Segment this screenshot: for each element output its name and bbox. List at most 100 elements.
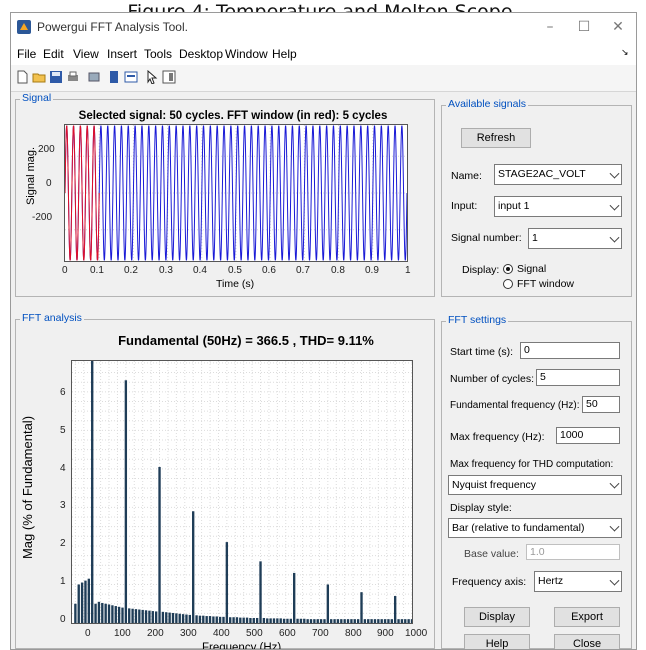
signal-name-select[interactable]: STAGE2AC_VOLT xyxy=(494,164,622,185)
fft-bar xyxy=(296,618,299,623)
fft-bar xyxy=(289,618,292,623)
fft-bar xyxy=(134,609,138,623)
maximize-button[interactable]: ☐ xyxy=(572,17,596,37)
fft-bar xyxy=(239,617,242,623)
fft-bar xyxy=(306,619,309,623)
fft-xtick: 100 xyxy=(114,628,131,639)
fft-axes[interactable] xyxy=(71,360,413,624)
thd-frequency-label: Max frequency for THD computation: xyxy=(450,459,614,470)
fft-bar xyxy=(141,609,144,623)
display-style-select[interactable]: Bar (relative to fundamental) xyxy=(448,518,622,538)
available-signals-panel: Available signals Refresh Name: STAGE2AC… xyxy=(441,98,632,297)
menu-help[interactable]: Help xyxy=(272,47,297,61)
fft-ytick: 5 xyxy=(60,425,66,436)
help-button[interactable]: Help xyxy=(464,634,530,649)
fft-bar-plot xyxy=(72,361,412,623)
signal-ylabel: Signal mag. xyxy=(25,146,38,206)
signal-number-select[interactable]: 1 xyxy=(528,228,622,249)
display-fft-window-radio[interactable] xyxy=(503,279,513,289)
new-file-icon[interactable] xyxy=(15,70,29,84)
signal-ytick: 200 xyxy=(38,144,55,155)
print-icon[interactable] xyxy=(66,70,80,84)
fft-bar xyxy=(330,619,333,623)
fft-bar xyxy=(340,619,343,623)
fft-bar xyxy=(276,618,279,623)
fft-bar xyxy=(303,618,306,623)
menu-file[interactable]: File xyxy=(17,47,36,61)
fft-settings-panel: FFT settings Start time (s): 0 Number of… xyxy=(441,314,632,649)
dock-arrow-icon[interactable]: ↘ xyxy=(621,47,629,58)
signal-series-line xyxy=(65,125,407,261)
base-value-input[interactable]: 1.0 xyxy=(526,544,620,560)
signal-ytick: 0 xyxy=(46,178,52,189)
menu-insert[interactable]: Insert xyxy=(107,47,137,61)
display-signal-radio[interactable] xyxy=(503,264,513,274)
signal-xtick: 1 xyxy=(405,265,411,276)
save-icon[interactable] xyxy=(49,70,63,84)
fft-bar xyxy=(111,605,114,623)
signal-xtick: 0.7 xyxy=(296,265,310,276)
fft-bar xyxy=(407,619,410,623)
menu-edit[interactable]: Edit xyxy=(43,47,64,61)
fft-bar xyxy=(175,613,178,623)
fft-analysis-panel: FFT analysis Fundamental (50Hz) = 366.5 … xyxy=(15,312,435,649)
fft-bar xyxy=(390,619,393,623)
input-select[interactable]: input 1 xyxy=(494,196,622,217)
fft-bar xyxy=(158,466,161,623)
property-editor-icon[interactable] xyxy=(124,70,138,84)
fft-bar xyxy=(286,618,289,623)
close-button[interactable]: Close xyxy=(554,634,620,649)
fft-bar xyxy=(151,611,154,623)
fft-bar xyxy=(218,616,222,623)
thd-frequency-select[interactable]: Nyquist frequency xyxy=(448,475,622,495)
fft-bar xyxy=(188,614,191,623)
export-button[interactable]: Export xyxy=(554,607,620,627)
close-window-button[interactable]: ✕ xyxy=(606,17,630,37)
fundamental-frequency-input[interactable]: 50 xyxy=(582,396,620,413)
menu-view[interactable]: View xyxy=(73,47,99,61)
window-title: Powergui FFT Analysis Tool. xyxy=(37,20,188,34)
print-preview-icon[interactable] xyxy=(87,70,101,84)
fft-bar xyxy=(380,619,383,623)
plot-browser-icon[interactable] xyxy=(162,70,176,84)
cycles-input[interactable]: 5 xyxy=(536,369,620,386)
fft-bar xyxy=(232,617,235,623)
fft-analysis-window: Powergui FFT Analysis Tool. – ☐ ✕ File E… xyxy=(10,12,637,650)
menu-desktop[interactable]: Desktop xyxy=(179,47,223,61)
fft-ytick: 1 xyxy=(60,576,66,587)
menu-window[interactable]: Window xyxy=(225,47,268,61)
fft-bar xyxy=(121,607,124,623)
menu-tools[interactable]: Tools xyxy=(144,47,172,61)
fft-bar xyxy=(94,603,97,623)
fft-xtick: 500 xyxy=(246,628,263,639)
fft-bar xyxy=(185,614,188,623)
minimize-button[interactable]: – xyxy=(538,17,562,37)
signal-xtick: 0.9 xyxy=(365,265,379,276)
fft-bar xyxy=(346,619,350,623)
fft-bar xyxy=(350,619,353,623)
fft-bar xyxy=(259,561,262,623)
signal-panel: Signal Selected signal: 50 cycles. FFT w… xyxy=(15,92,435,297)
start-time-label: Start time (s): xyxy=(450,346,514,358)
frequency-axis-select[interactable]: Hertz xyxy=(534,571,622,592)
signal-axes[interactable] xyxy=(64,124,408,262)
fft-bar xyxy=(128,608,131,623)
fft-bar xyxy=(326,584,330,623)
fundamental-frequency-label: Fundamental frequency (Hz): xyxy=(450,400,580,411)
refresh-button[interactable]: Refresh xyxy=(461,128,531,148)
pointer-icon[interactable] xyxy=(145,70,159,84)
fft-bar xyxy=(400,619,404,623)
signal-number-value: 1 xyxy=(532,232,538,244)
start-time-input[interactable]: 0 xyxy=(520,342,620,359)
fft-bar xyxy=(212,616,215,623)
fft-bar xyxy=(373,619,377,623)
max-frequency-input[interactable]: 1000 xyxy=(556,427,620,444)
fft-bar xyxy=(383,619,387,623)
display-button[interactable]: Display xyxy=(464,607,530,627)
open-folder-icon[interactable] xyxy=(32,70,46,84)
input-label: Input: xyxy=(451,200,478,212)
figure-icon[interactable] xyxy=(107,70,121,84)
fft-bar xyxy=(178,613,181,623)
fft-bar xyxy=(269,618,272,623)
fft-bar xyxy=(205,616,208,623)
